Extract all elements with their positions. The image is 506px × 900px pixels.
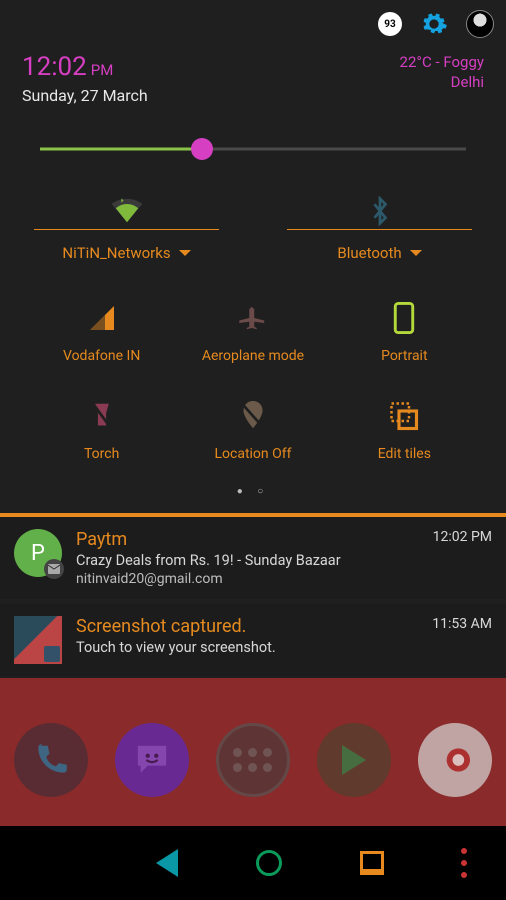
signal-icon (26, 300, 177, 336)
dock-apps-icon[interactable] (216, 723, 290, 797)
chevron-down-icon (179, 250, 191, 262)
tile-label: Torch (26, 446, 177, 462)
clock-date: Sunday, 27 March (22, 86, 148, 105)
tile-torch[interactable]: Torch (26, 398, 177, 462)
shade-topbar: 93 (0, 0, 506, 48)
notif-time: 12:02 PM (433, 529, 492, 587)
edit-tiles-icon (329, 398, 480, 434)
notification-paytm[interactable]: PPaytmCrazy Deals from Rs. 19! - Sunday … (0, 517, 506, 599)
notification-list: PPaytmCrazy Deals from Rs. 19! - Sunday … (0, 517, 506, 676)
weather-location: Delhi (400, 72, 484, 92)
wifi-icon (0, 193, 253, 229)
nav-bar (0, 826, 506, 900)
dock-phone-icon[interactable] (14, 723, 88, 797)
settings-gear-icon[interactable] (420, 10, 448, 38)
clock-ampm: PM (91, 61, 114, 79)
battery-badge[interactable]: 93 (378, 12, 402, 36)
tile-label: Edit tiles (329, 446, 480, 462)
dock-camera-icon[interactable] (418, 723, 492, 797)
bluetooth-label: Bluetooth (337, 244, 401, 262)
user-avatar[interactable] (466, 10, 494, 38)
tile-label: Location Off (177, 446, 328, 462)
tile-edit[interactable]: Edit tiles (329, 398, 480, 462)
screenshot-thumb-icon (14, 616, 62, 664)
mail-badge-icon (44, 559, 64, 579)
tile-rotation[interactable]: Portrait (329, 300, 480, 364)
notif-title: Paytm (76, 529, 419, 550)
torch-icon (26, 398, 177, 434)
notification-shade: 93 12:02PM Sunday, 27 March 22°C - Foggy… (0, 0, 506, 678)
clock-block[interactable]: 12:02PM Sunday, 27 March (22, 52, 148, 105)
notif-line: Crazy Deals from Rs. 19! - Sunday Bazaar (76, 552, 419, 569)
airplane-icon (177, 300, 328, 336)
nav-back-button[interactable] (156, 849, 178, 877)
weather-block[interactable]: 22°C - Foggy Delhi (400, 52, 484, 105)
notif-line: Touch to view your screenshot. (76, 639, 418, 656)
portrait-icon (329, 300, 480, 336)
location-off-icon (177, 398, 328, 434)
tiles-pager[interactable]: ● ○ (0, 476, 506, 513)
notif-title: Screenshot captured. (76, 616, 418, 637)
bluetooth-icon (253, 193, 506, 229)
notification-screenshot[interactable]: Screenshot captured. Touch to view your s… (0, 604, 506, 676)
home-dock (0, 702, 506, 818)
wifi-label: NiTiN_Networks (62, 244, 170, 262)
tile-cellular[interactable]: Vodafone IN (26, 300, 177, 364)
clock-time: 12:02 (22, 52, 87, 82)
nav-recent-button[interactable] (360, 851, 384, 875)
brightness-slider[interactable] (40, 129, 466, 169)
notif-time: 11:53 AM (432, 616, 492, 664)
tile-label: Vodafone IN (26, 348, 177, 364)
notif-sub: nitinvaid20@gmail.com (76, 571, 419, 587)
nav-menu-button[interactable] (461, 848, 467, 878)
tile-airplane[interactable]: Aeroplane mode (177, 300, 328, 364)
dock-play-icon[interactable] (317, 723, 391, 797)
quick-tiles-grid: Vodafone INAeroplane modePortrait TorchLo… (0, 276, 506, 476)
tile-label: Portrait (329, 348, 480, 364)
chevron-down-icon (410, 250, 422, 262)
tile-location[interactable]: Location Off (177, 398, 328, 462)
tile-label: Aeroplane mode (177, 348, 328, 364)
weather-summary: 22°C - Foggy (400, 52, 484, 72)
wifi-tile[interactable]: NiTiN_Networks (0, 187, 253, 276)
bluetooth-tile[interactable]: Bluetooth (253, 187, 506, 276)
dock-messages-icon[interactable] (115, 723, 189, 797)
nav-home-button[interactable] (256, 850, 282, 876)
